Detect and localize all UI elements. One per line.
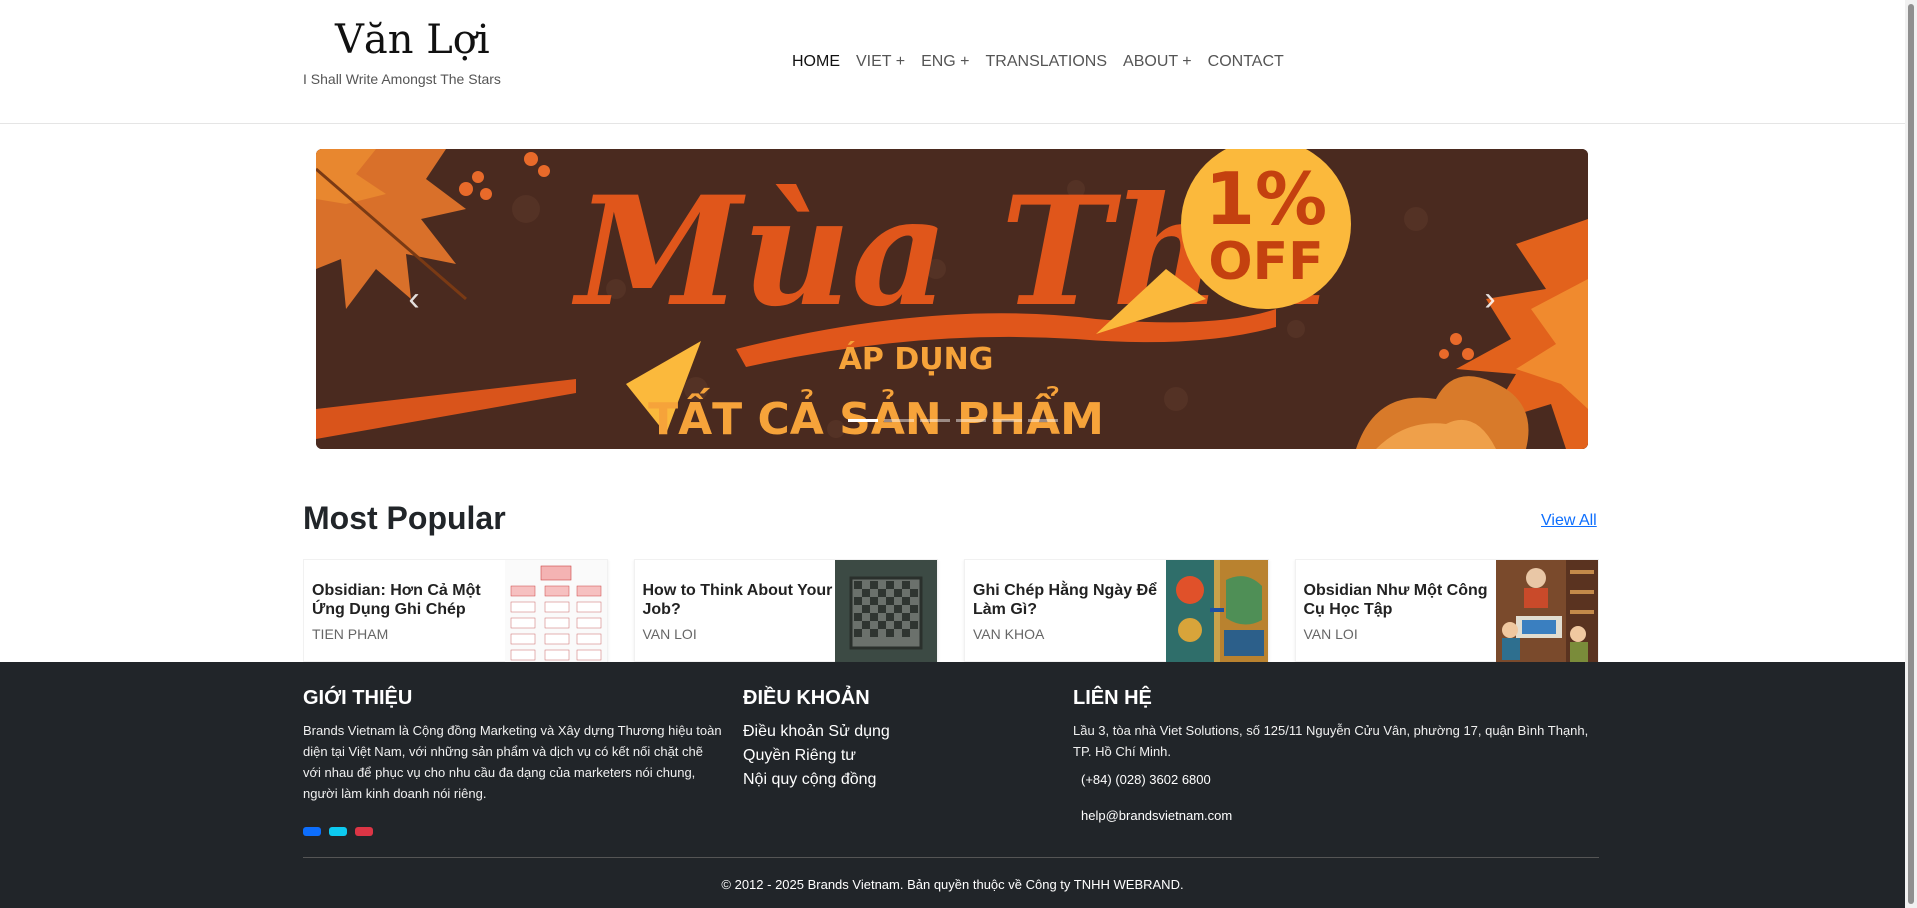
post-thumbnail[interactable] (1165, 560, 1268, 662)
contact-phone[interactable]: (+84) (028) 3602 6800 (1081, 770, 1603, 790)
facebook-icon[interactable] (303, 827, 321, 836)
community-rules-link[interactable]: Nội quy cộng đồng (743, 768, 890, 792)
post-thumbnail[interactable] (1496, 560, 1598, 662)
footer-about-text: Brands Vietnam là Cộng đồng Marketing và… (303, 723, 722, 801)
carousel-indicator-6[interactable] (1028, 419, 1058, 422)
brand[interactable]: Văn Lợi I Shall Write Amongst The Stars (303, 14, 523, 88)
privacy-link[interactable]: Quyền Riêng tư (743, 744, 890, 768)
post-author: VAN LOI (642, 626, 697, 642)
banner-line1: ÁP DỤNG (839, 341, 994, 377)
nav-home[interactable]: HOME (792, 52, 840, 72)
brand-title[interactable]: Văn Lợi (335, 14, 523, 66)
banner-badge-off: OFF (1208, 232, 1323, 292)
nav-translations[interactable]: TRANSLATIONS (986, 52, 1108, 72)
post-card[interactable]: Obsidian: Hơn Cả Một Ứng Dụng Ghi Chép T… (303, 559, 608, 662)
page-scrollbar[interactable] (1905, 0, 1917, 908)
nav-about[interactable]: ABOUT + (1123, 52, 1192, 72)
nav-viet[interactable]: VIET + (856, 52, 905, 72)
carousel-prev-button[interactable]: ‹ (394, 277, 434, 321)
post-title[interactable]: Obsidian Như Một Công Cụ Học Tập (1304, 581, 1494, 619)
footer-terms-heading: ĐIỀU KHOẢN (743, 687, 870, 709)
post-thumbnail[interactable] (835, 560, 937, 662)
post-card[interactable]: Obsidian Như Một Công Cụ Học Tập VAN LOI (1294, 559, 1599, 662)
post-title[interactable]: How to Think About Your Job? (643, 581, 833, 619)
site-footer: GIỚI THIỆU Brands Vietnam là Cộng đồng M… (0, 662, 1905, 908)
banner-badge-percent: 1% (1205, 157, 1327, 241)
nav-eng[interactable]: ENG + (921, 52, 969, 72)
site-header: Văn Lợi I Shall Write Amongst The Stars … (0, 0, 1905, 124)
footer-terms: ĐIỀU KHOẢN Điều khoản Sử dụng Quyền Riên… (743, 686, 890, 792)
banner-line2: TẤT CẢ SẢN PHẨM (648, 385, 1104, 445)
post-card[interactable]: Ghi Chép Hằng Ngày Để Làm Gì? VAN KHOA (964, 559, 1269, 662)
carousel-indicator-5[interactable] (992, 419, 1022, 422)
terms-of-use-link[interactable]: Điều khoản Sử dụng (743, 720, 890, 744)
footer-contact: LIÊN HỆ Lầu 3, tòa nhà Viet Solutions, s… (1073, 686, 1603, 826)
post-title[interactable]: Ghi Chép Hằng Ngày Để Làm Gì? (973, 581, 1163, 619)
contact-address: Lầu 3, tòa nhà Viet Solutions, số 125/11… (1073, 723, 1589, 759)
carousel-indicator-1[interactable] (848, 419, 878, 422)
post-title[interactable]: Obsidian: Hơn Cả Một Ứng Dụng Ghi Chép (312, 581, 502, 619)
footer-about-heading: GIỚI THIỆU (303, 687, 413, 709)
carousel-indicator-3[interactable] (920, 419, 950, 422)
main-nav: HOME VIET + ENG + TRANSLATIONS ABOUT + C… (792, 52, 1300, 72)
carousel-indicator-4[interactable] (956, 419, 986, 422)
banner-image: Mùa Thu 1% OFF ÁP DỤNG TẤT CẢ SẢN PHẨM (316, 149, 1588, 449)
social-links (303, 827, 373, 836)
brand-tagline: I Shall Write Amongst The Stars (303, 71, 501, 87)
footer-divider (303, 857, 1599, 858)
post-card[interactable]: How to Think About Your Job? VAN LOI (633, 559, 938, 662)
footer-contact-heading: LIÊN HỆ (1073, 687, 1152, 709)
contact-email[interactable]: help@brandsvietnam.com (1081, 806, 1603, 826)
scrollbar-thumb[interactable] (1908, 4, 1914, 904)
page: Văn Lợi I Shall Write Amongst The Stars … (0, 0, 1917, 908)
post-author: TIEN PHAM (312, 626, 389, 642)
footer-about: GIỚI THIỆU Brands Vietnam là Cộng đồng M… (303, 686, 723, 804)
post-author: VAN KHOA (973, 626, 1045, 642)
nav-contact[interactable]: CONTACT (1208, 52, 1284, 72)
carousel-indicator-2[interactable] (884, 419, 914, 422)
popular-posts: Obsidian: Hơn Cả Một Ứng Dụng Ghi Chép T… (303, 559, 1599, 662)
banner-carousel[interactable]: Mùa Thu 1% OFF ÁP DỤNG TẤT CẢ SẢN PHẨM ‹ (316, 149, 1588, 449)
carousel-next-button[interactable]: › (1470, 277, 1510, 321)
twitter-icon[interactable] (329, 827, 347, 836)
carousel-indicators (848, 419, 1058, 422)
chevron-right-icon: › (1484, 279, 1496, 318)
most-popular-heading: Most Popular (303, 500, 506, 536)
view-all-link[interactable]: View All (1541, 511, 1597, 531)
copyright: © 2012 - 2025 Brands Vietnam. Bản quyền … (721, 877, 1184, 892)
youtube-icon[interactable] (355, 827, 373, 836)
post-thumbnail[interactable] (504, 560, 607, 662)
chevron-left-icon: ‹ (408, 279, 420, 318)
post-author: VAN LOI (1303, 626, 1358, 642)
